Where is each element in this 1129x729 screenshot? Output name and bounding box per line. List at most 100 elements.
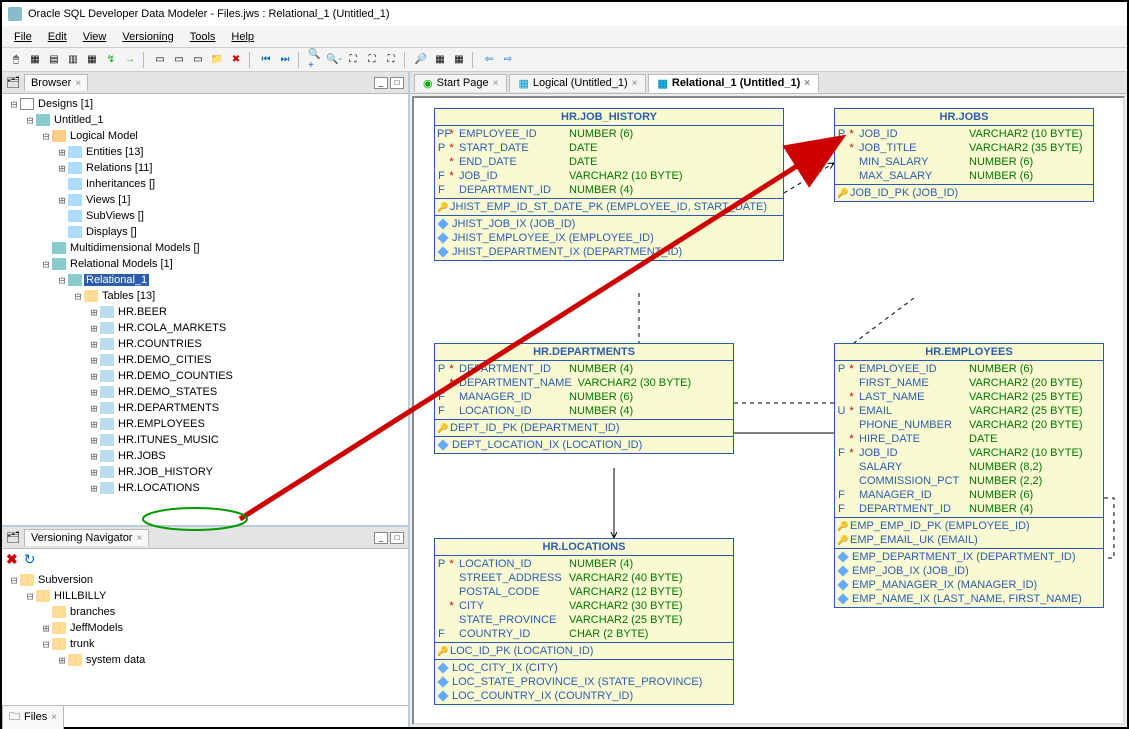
twisty-icon[interactable]: ⊞ (88, 466, 100, 479)
toolbar-search-icon[interactable]: 🔎 (413, 52, 429, 68)
tree-table-hr-demo_counties[interactable]: ⊞HR.DEMO_COUNTIES (4, 368, 406, 384)
close-icon[interactable]: × (804, 78, 810, 89)
toolbar-fitwindow-icon[interactable]: ⛶ (364, 52, 380, 68)
toolbar-fwd-icon[interactable]: ⇨ (500, 52, 516, 68)
tree-table-hr-beer[interactable]: ⊞HR.BEER (4, 304, 406, 320)
twisty-icon[interactable]: ⊞ (88, 338, 100, 351)
menu-versioning[interactable]: Versioning (116, 29, 179, 45)
toolbar-stop-icon[interactable]: ▦ (451, 52, 467, 68)
menu-file[interactable]: File (8, 29, 38, 45)
tree-table-hr-job_history[interactable]: ⊞HR.JOB_HISTORY (4, 464, 406, 480)
browser-tree[interactable]: ⊟Designs [1]⊟Untitled_1⊟Logical Model⊞En… (2, 94, 408, 525)
versioning-tab[interactable]: Versioning Navigator × (24, 529, 149, 546)
entity-jobhistory[interactable]: HR.JOB_HISTORY PF*EMPLOYEE_IDNUMBER (6)P… (434, 108, 784, 261)
tree-item[interactable]: Multidimensional Models [] (4, 240, 406, 256)
minimize-icon[interactable]: _ (374, 532, 388, 544)
menu-help[interactable]: Help (225, 29, 260, 45)
twisty-icon[interactable]: ⊟ (72, 290, 84, 303)
twisty-icon[interactable]: ⊞ (88, 418, 100, 431)
entity-jobs[interactable]: HR.JOBS P*JOB_IDVARCHAR2 (10 BYTE)*JOB_T… (834, 108, 1094, 202)
tree-item[interactable]: SubViews [] (4, 208, 406, 224)
toolbar-new-icon[interactable]: ▦ (27, 52, 43, 68)
tree-item[interactable]: ⊟trunk (4, 636, 406, 652)
twisty-icon[interactable]: ⊟ (8, 574, 20, 587)
tree-table-hr-countries[interactable]: ⊞HR.COUNTRIES (4, 336, 406, 352)
twisty-icon[interactable]: ⊟ (56, 274, 68, 287)
toolbar-relation-icon[interactable]: ↯ (103, 52, 119, 68)
tree-item[interactable]: ⊞Views [1] (4, 192, 406, 208)
tree-table-hr-departments[interactable]: ⊞HR.DEPARTMENTS (4, 400, 406, 416)
toolbar-open-icon[interactable]: ▭ (152, 52, 168, 68)
toolbar-delete-icon[interactable]: ✖ (228, 52, 244, 68)
tree-table-hr-demo_cities[interactable]: ⊞HR.DEMO_CITIES (4, 352, 406, 368)
twisty-icon[interactable]: ⊞ (40, 622, 52, 635)
tab-startpage[interactable]: ◉Start Page × (414, 74, 507, 92)
twisty-icon[interactable]: ⊞ (88, 450, 100, 463)
menu-tools[interactable]: Tools (184, 29, 222, 45)
tree-table-hr-jobs[interactable]: ⊞HR.JOBS (4, 448, 406, 464)
tab-relational[interactable]: ▦Relational_1 (Untitled_1) × (648, 74, 819, 93)
versioning-tree[interactable]: ⊟Subversion⊟HILLBILLY branches⊞JeffModel… (2, 570, 408, 705)
twisty-icon[interactable]: ⊟ (40, 638, 52, 651)
toolbar-fitselect-icon[interactable]: ⛶ (383, 52, 399, 68)
tree-item[interactable]: ⊞system data (4, 652, 406, 668)
toolbar-folder-icon[interactable]: 📁 (209, 52, 225, 68)
tree-item[interactable]: Inheritances [] (4, 176, 406, 192)
toolbar-back-icon[interactable]: ⇦ (481, 52, 497, 68)
twisty-icon[interactable]: ⊞ (88, 434, 100, 447)
tree-item[interactable]: ⊞JeffModels (4, 620, 406, 636)
twisty-icon[interactable]: ⊞ (56, 194, 68, 207)
tree-relational1[interactable]: ⊟Relational_1 (4, 272, 406, 288)
close-icon[interactable]: × (632, 78, 638, 89)
tree-tables[interactable]: ⊟Tables [13] (4, 288, 406, 304)
close-icon[interactable]: × (75, 78, 81, 89)
svn-root[interactable]: ⊟Subversion (4, 572, 406, 588)
twisty-icon[interactable]: ⊞ (88, 354, 100, 367)
tree-item[interactable]: branches (4, 604, 406, 620)
close-icon[interactable]: × (51, 712, 57, 723)
toolbar-save-icon[interactable]: ▭ (171, 52, 187, 68)
tree-item[interactable]: ⊟Relational Models [1] (4, 256, 406, 272)
toolbar-arc-icon[interactable]: → (122, 52, 138, 68)
toolbar-last-icon[interactable]: ⏭ (277, 52, 293, 68)
browser-tab[interactable]: Browser × (24, 74, 88, 91)
close-icon[interactable]: × (493, 78, 499, 89)
toolbar-zoomin-icon[interactable]: 🔍+ (307, 52, 323, 68)
tree-item[interactable]: ⊞Relations [11] (4, 160, 406, 176)
tree-table-hr-locations[interactable]: ⊞HR.LOCATIONS (4, 480, 406, 496)
tree-logical[interactable]: ⊟Logical Model (4, 128, 406, 144)
refresh-icon[interactable]: ↻ (24, 551, 36, 568)
twisty-icon[interactable]: ⊟ (40, 258, 52, 271)
twisty-icon[interactable]: ⊞ (88, 306, 100, 319)
entity-departments[interactable]: HR.DEPARTMENTS P*DEPARTMENT_IDNUMBER (4)… (434, 343, 734, 454)
menu-edit[interactable]: Edit (42, 29, 73, 45)
entity-locations[interactable]: HR.LOCATIONS P*LOCATION_IDNUMBER (4)STRE… (434, 538, 734, 705)
toolbar-first-icon[interactable]: ⏮ (258, 52, 274, 68)
twisty-icon[interactable]: ⊞ (56, 162, 68, 175)
menu-view[interactable]: View (77, 29, 113, 45)
tree-item[interactable]: ⊞Entities [13] (4, 144, 406, 160)
toolbar-note-icon[interactable]: ▦ (84, 52, 100, 68)
tree-table-hr-demo_states[interactable]: ⊞HR.DEMO_STATES (4, 384, 406, 400)
toolbar-pointer-icon[interactable]: 🖱 (8, 52, 24, 68)
tree-item[interactable]: Displays [] (4, 224, 406, 240)
twisty-icon[interactable]: ⊞ (88, 402, 100, 415)
twisty-icon[interactable]: ⊟ (40, 130, 52, 143)
tree-designs[interactable]: ⊟Designs [1] (4, 96, 406, 112)
toolbar-view-icon[interactable]: ▤ (46, 52, 62, 68)
twisty-icon[interactable]: ⊟ (24, 114, 36, 127)
delete-icon[interactable]: ✖ (6, 551, 18, 568)
twisty-icon[interactable]: ⊞ (56, 146, 68, 159)
twisty-icon[interactable]: ⊞ (56, 654, 68, 667)
tree-untitled[interactable]: ⊟Untitled_1 (4, 112, 406, 128)
toolbar-split-icon[interactable]: ▥ (65, 52, 81, 68)
twisty-icon[interactable]: ⊞ (88, 386, 100, 399)
twisty-icon[interactable]: ⊟ (8, 98, 20, 111)
tab-logical[interactable]: ▦Logical (Untitled_1) × (509, 74, 646, 92)
maximize-icon[interactable]: □ (390, 77, 404, 89)
diagram-canvas[interactable]: HR.JOB_HISTORY PF*EMPLOYEE_IDNUMBER (6)P… (412, 96, 1125, 725)
entity-employees[interactable]: HR.EMPLOYEES P*EMPLOYEE_IDNUMBER (6)FIRS… (834, 343, 1104, 608)
close-icon[interactable]: × (136, 533, 142, 544)
twisty-icon[interactable]: ⊞ (88, 370, 100, 383)
minimize-icon[interactable]: _ (374, 77, 388, 89)
